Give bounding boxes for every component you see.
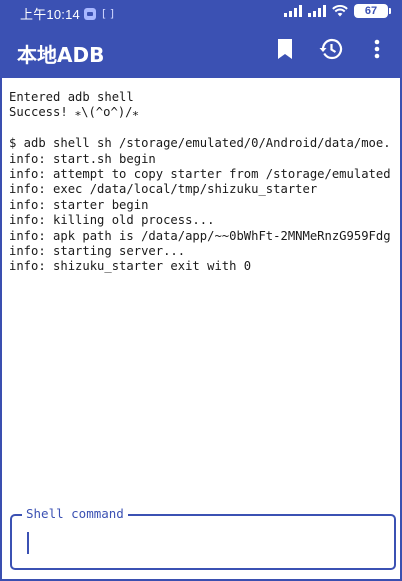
terminal-line: Entered adb shell — [9, 90, 134, 104]
terminal-line: info: attempt to copy starter from /stor… — [9, 166, 391, 181]
terminal-line: info: killing old process... — [9, 213, 215, 228]
terminal-line: info: apk path is /data/app/~~0bWhFt-2MN… — [9, 228, 391, 243]
bookmark-button[interactable] — [272, 38, 298, 64]
shell-command-input[interactable] — [26, 530, 380, 558]
app-actions — [272, 38, 390, 64]
status-time: 上午10:14 — [20, 7, 80, 22]
more-options-button[interactable] — [364, 38, 390, 64]
terminal-line: Success! ⁎\(^o^)/⁎ — [9, 105, 139, 120]
terminal-line: info: start.sh begin — [9, 151, 156, 166]
terminal-line: info: starting server... — [9, 243, 186, 258]
terminal-line: $ adb shell sh /storage/emulated/0/Andro… — [9, 136, 391, 151]
shell-command-label: Shell command — [22, 506, 128, 521]
more-vert-icon — [374, 39, 380, 63]
battery-level: 67 — [364, 5, 378, 17]
terminal-output[interactable]: Entered adb shell Success! ⁎\(^o^)/⁎ $ a… — [9, 90, 400, 510]
bookmark-icon — [276, 38, 294, 64]
text-cursor — [27, 532, 29, 554]
terminal-line: info: shizuku_starter exit with 0 — [9, 259, 252, 274]
app-title: 本地ADB — [17, 43, 105, 67]
app-bar: 本地ADB — [0, 26, 402, 78]
status-bar: 上午10:14 [ ] 67 — [0, 0, 402, 26]
status-left: 上午10:14 [ ] — [20, 4, 114, 23]
history-icon — [319, 38, 343, 64]
signal-strength-2-icon — [308, 5, 326, 17]
shell-command-field[interactable]: Shell command — [10, 506, 396, 570]
history-button[interactable] — [318, 38, 344, 64]
main-content: Entered adb shell Success! ⁎\(^o^)/⁎ $ a… — [2, 78, 400, 579]
notification-app-icon — [83, 7, 96, 20]
notification-bracket-icon: [ ] — [101, 7, 115, 20]
terminal-line: info: exec /data/local/tmp/shizuku_start… — [9, 182, 318, 197]
battery-indicator: 67 — [354, 4, 391, 18]
wifi-icon — [332, 5, 348, 17]
terminal-line: info: starter begin — [9, 197, 149, 212]
signal-strength-icon — [284, 5, 302, 17]
status-right: 67 — [284, 4, 391, 18]
